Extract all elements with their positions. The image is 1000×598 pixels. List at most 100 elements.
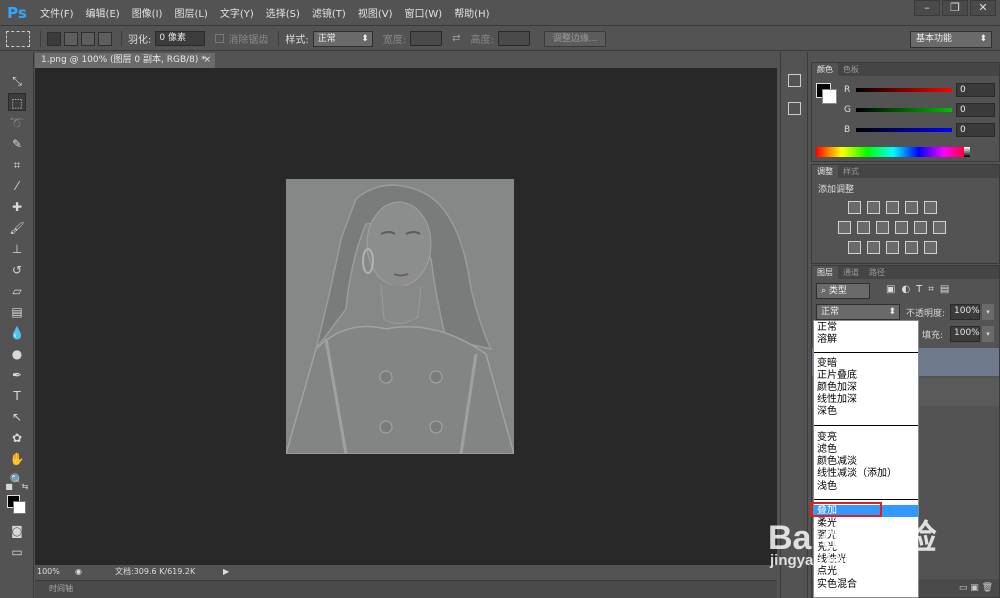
tab-swatches[interactable]: 色板 — [838, 63, 864, 76]
color-spectrum-bar[interactable] — [816, 147, 970, 157]
default-colors-icon[interactable]: ■ — [4, 482, 14, 492]
menu-file[interactable]: 文件(F) — [34, 5, 80, 20]
selective-color-icon[interactable] — [905, 241, 918, 254]
fill-arrow-icon[interactable]: ▾ — [982, 326, 994, 342]
tab-channels[interactable]: 通道 — [838, 266, 864, 279]
threshold-icon[interactable] — [886, 241, 899, 254]
color-balance-icon[interactable] — [857, 221, 870, 234]
opacity-arrow-icon[interactable]: ▾ — [982, 304, 994, 320]
quick-mask-icon[interactable]: ◙ — [8, 522, 26, 540]
opacity-input[interactable]: 100% — [950, 304, 980, 320]
history-brush-tool-icon[interactable]: ↺ — [8, 261, 26, 279]
blend-darker-color[interactable]: 深色 — [814, 406, 918, 418]
blend-dissolve[interactable]: 溶解 — [814, 334, 918, 346]
exposure-icon[interactable] — [905, 201, 918, 214]
red-value-input[interactable]: 0 — [956, 83, 995, 97]
pen-tool-icon[interactable]: ✒ — [8, 366, 26, 384]
photo-image[interactable] — [286, 179, 514, 454]
photo-filter-icon[interactable] — [895, 221, 908, 234]
refine-edge-button[interactable]: 调整边缘... — [543, 30, 607, 47]
menu-help[interactable]: 帮助(H) — [448, 5, 495, 20]
blend-normal[interactable]: 正常 — [814, 322, 918, 334]
blend-linear-burn[interactable]: 线性加深 — [814, 394, 918, 406]
black-white-icon[interactable] — [876, 221, 889, 234]
new-layer-icon[interactable]: ▣ — [970, 583, 981, 593]
screen-mode-icon[interactable]: ▭ — [8, 543, 26, 561]
move-tool-icon[interactable]: ⤡ — [8, 72, 26, 90]
gradient-tool-icon[interactable]: ▤ — [8, 303, 26, 321]
menu-filter[interactable]: 滤镜(T) — [306, 5, 352, 20]
shape-tool-icon[interactable]: ✿ — [8, 429, 26, 447]
blue-value-input[interactable]: 0 — [956, 123, 995, 137]
background-swatch[interactable] — [822, 89, 837, 104]
timeline-bar[interactable]: 时间轴 — [35, 580, 777, 598]
eraser-tool-icon[interactable]: ▱ — [8, 282, 26, 300]
hand-tool-icon[interactable]: ✋ — [8, 450, 26, 468]
menu-edit[interactable]: 编辑(E) — [80, 5, 126, 20]
type-tool-icon[interactable]: T — [8, 387, 26, 405]
minimize-icon[interactable]: – — [914, 0, 940, 16]
history-panel-icon[interactable] — [788, 74, 801, 87]
menu-image[interactable]: 图像(I) — [126, 5, 169, 20]
close-icon[interactable]: ✕ — [970, 0, 996, 16]
antialias-checkbox[interactable] — [215, 34, 225, 43]
green-slider[interactable] — [856, 108, 952, 112]
delete-layer-icon[interactable]: 🗑 — [982, 583, 993, 593]
brush-tool-icon[interactable]: 🖌 — [8, 219, 26, 237]
tab-layers[interactable]: 图层 — [812, 266, 838, 279]
blend-color-burn[interactable]: 颜色加深 — [814, 382, 918, 394]
blend-hard-mix[interactable]: 实色混合 — [814, 579, 918, 591]
curves-icon[interactable] — [886, 201, 899, 214]
tab-color[interactable]: 颜色 — [812, 63, 838, 76]
blur-tool-icon[interactable]: 💧 — [8, 324, 26, 342]
brightness-contrast-icon[interactable] — [848, 201, 861, 214]
style-select[interactable]: 正常 ⬍ — [312, 30, 373, 47]
blend-lighten[interactable]: 变亮 — [814, 432, 918, 444]
channel-mixer-icon[interactable] — [914, 221, 927, 234]
spectrum-black-white[interactable] — [964, 147, 970, 157]
zoom-level[interactable]: 100% — [37, 565, 60, 579]
tab-paths[interactable]: 路径 — [864, 266, 890, 279]
path-selection-tool-icon[interactable]: ↖ — [8, 408, 26, 426]
dodge-tool-icon[interactable]: ● — [8, 345, 26, 363]
height-input[interactable] — [497, 31, 530, 46]
blue-slider[interactable] — [856, 128, 952, 132]
clone-stamp-tool-icon[interactable]: ⊥ — [8, 240, 26, 258]
tab-adjustments[interactable]: 调整 — [812, 165, 838, 178]
blend-linear-dodge[interactable]: 线性减淡（添加） — [814, 468, 918, 480]
marquee-tool-icon[interactable]: ⬚ — [8, 93, 26, 111]
new-selection-mode-icon[interactable] — [47, 31, 61, 46]
invert-icon[interactable] — [848, 241, 861, 254]
red-slider[interactable] — [856, 88, 952, 92]
lasso-tool-icon[interactable]: ➰ — [8, 114, 26, 132]
healing-brush-tool-icon[interactable]: ✚ — [8, 198, 26, 216]
marquee-preset-icon[interactable] — [6, 30, 30, 47]
menu-type[interactable]: 文字(Y) — [214, 5, 260, 20]
intersect-selection-mode-icon[interactable] — [98, 31, 112, 46]
blend-multiply[interactable]: 正片叠底 — [814, 370, 918, 382]
green-value-input[interactable]: 0 — [956, 103, 995, 117]
fill-input[interactable]: 100% — [950, 326, 980, 342]
feather-input[interactable]: 0 像素 — [155, 31, 206, 46]
blend-mode-select[interactable]: 正常 ⬍ — [816, 304, 900, 320]
add-selection-mode-icon[interactable] — [64, 31, 78, 46]
menu-layer[interactable]: 图层(L) — [168, 5, 213, 20]
status-arrow-icon[interactable]: ▶ — [223, 565, 229, 579]
posterize-icon[interactable] — [867, 241, 880, 254]
menu-window[interactable]: 窗口(W) — [398, 5, 448, 20]
restore-icon[interactable]: ❐ — [942, 0, 968, 16]
menu-select[interactable]: 选择(S) — [260, 5, 306, 20]
workspace-select[interactable]: 基本功能 ⬍ — [910, 31, 992, 48]
blend-darken[interactable]: 变暗 — [814, 358, 918, 370]
vibrance-icon[interactable] — [924, 201, 937, 214]
blend-color-dodge[interactable]: 颜色减淡 — [814, 456, 918, 468]
eyedropper-tool-icon[interactable]: ⁄ — [8, 177, 26, 195]
filter-icons[interactable]: ▣◐T⌗▤ — [886, 284, 955, 295]
canvas-area[interactable] — [35, 68, 777, 565]
properties-panel-icon[interactable] — [788, 102, 801, 115]
quick-select-tool-icon[interactable]: ✎ — [8, 135, 26, 153]
menu-view[interactable]: 视图(V) — [352, 5, 399, 20]
crop-tool-icon[interactable]: ⌗ — [8, 156, 26, 174]
tab-styles[interactable]: 样式 — [838, 165, 864, 178]
layer-filter-select[interactable]: ⌕ 类型 — [816, 283, 870, 299]
